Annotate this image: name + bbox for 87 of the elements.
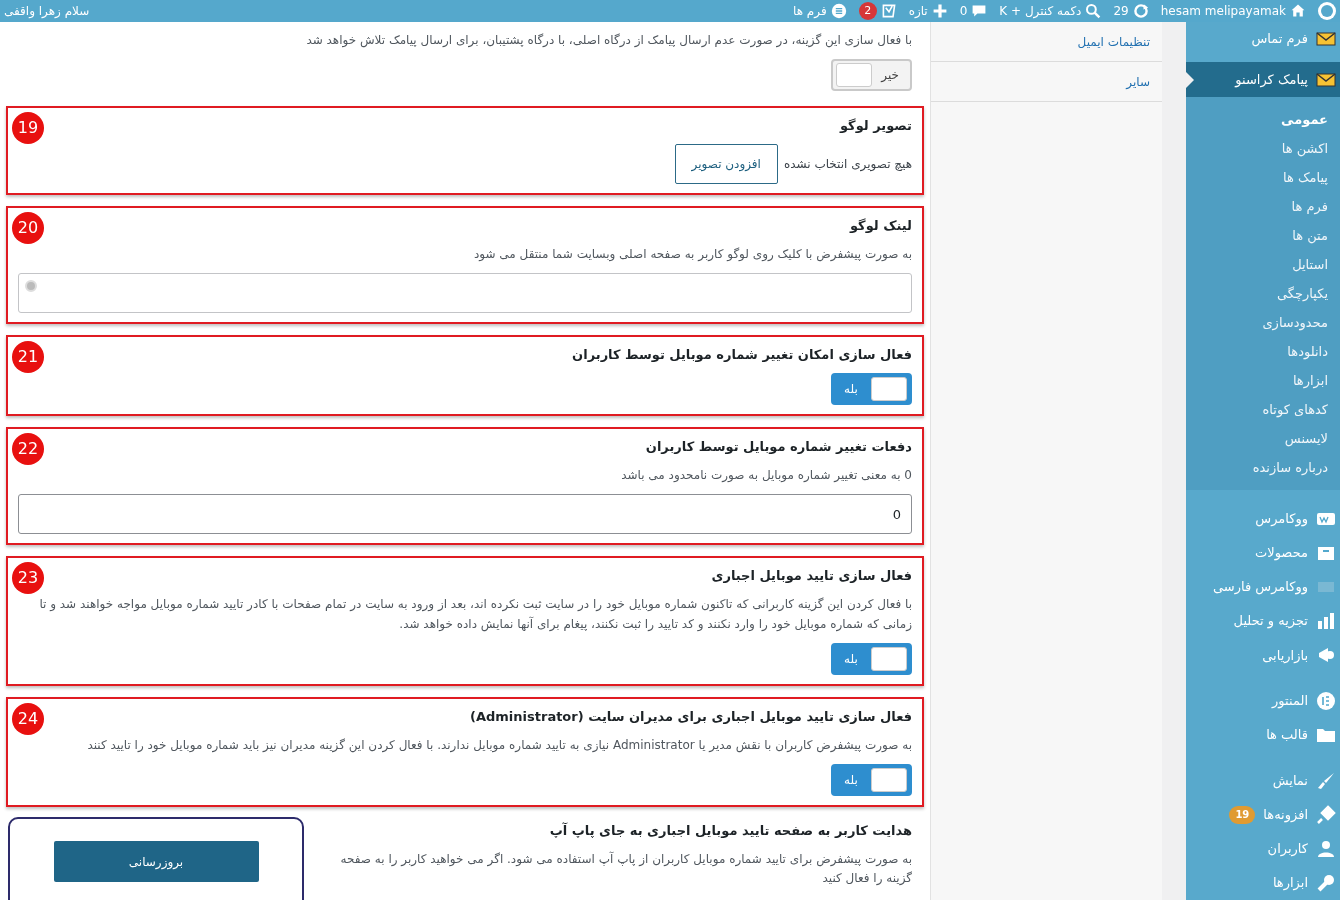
admin-bar-link[interactable]: دکمه کنترل + K <box>999 2 1102 20</box>
admin-bar-label: تازه <box>908 3 928 20</box>
sidebar-menu-item[interactable]: تجزیه و تحلیل <box>1186 604 1340 639</box>
admin-bar-label: hesam melipayamak <box>1160 3 1286 20</box>
submenu-item[interactable]: متن ها <box>1186 221 1340 251</box>
plug-icon <box>1316 804 1336 825</box>
submenu-item[interactable]: لایسنس <box>1186 424 1340 454</box>
wordpress-logo-icon[interactable] <box>1318 2 1336 20</box>
submenu-item[interactable]: اکشن ها <box>1186 134 1340 164</box>
comment-icon <box>971 3 988 19</box>
setting-description: 0 به معنی تغییر شماره موبایل به صورت نامحدود می باشد <box>621 467 912 484</box>
admin-bar-link[interactable]: تازه <box>908 2 948 20</box>
step-marker: 22 <box>12 433 44 465</box>
list-icon <box>830 3 847 19</box>
update-button[interactable]: بروزرسانی <box>53 841 259 882</box>
media-status: هیچ تصویری انتخاب نشده <box>783 156 912 173</box>
submenu-item[interactable]: دانلودها <box>1186 337 1340 367</box>
toggle-switch[interactable]: بله <box>831 764 912 796</box>
settings-tab[interactable]: تنظیمات ایمیل <box>931 22 1162 62</box>
setting-description: به صورت پیشفرض برای تایید شماره موبایل کاربران از پاپ آپ استفاده می شود. اگر می خواهید کاربر را به صفحه <box>340 850 912 869</box>
setting-title: فعال سازی تایید موبایل اجباری برای مدیران سایت (Administrator) <box>470 708 912 726</box>
number-field[interactable]: 0 <box>18 494 912 534</box>
submenu-item[interactable]: فرم ها <box>1186 192 1340 222</box>
admin-bar-label: فرم ها <box>793 3 827 20</box>
admin-bar-link[interactable]: فرم ها <box>793 2 847 20</box>
admin-bar-label: 0 <box>959 3 968 20</box>
admin-bar-link[interactable]: 2 <box>858 2 897 20</box>
circle-e-icon <box>1316 691 1336 711</box>
setting-title: دفعات تغییر شماره موبایل توسط کاربران <box>645 438 912 456</box>
setting-title: لینک لوگو <box>849 217 912 235</box>
admin-bar-link[interactable]: 29 <box>1113 2 1149 20</box>
sidebar-menu-item[interactable]: المنتور <box>1186 684 1340 719</box>
user-icon <box>1316 838 1336 859</box>
brush-icon <box>1316 770 1336 791</box>
bar-chart-icon <box>1316 611 1336 632</box>
sidebar-menu-item[interactable]: محصولات <box>1186 536 1340 571</box>
setting-description: با فعال سازی این گزینه، در صورت عدم ارسال پیامک از درگاه اصلی، با درگاه پشتیبان، برای ارسال پیامک تلاش خواهد شد <box>306 32 912 50</box>
setting-title: تصویر لوگو <box>839 117 912 135</box>
sidebar-menu-item[interactable]: قالب ها <box>1186 718 1340 753</box>
admin-bar-link[interactable]: hesam melipayamak <box>1160 2 1306 20</box>
admin-bar-label: دکمه کنترل + K <box>999 3 1082 20</box>
wrench-icon <box>1316 872 1336 893</box>
step-marker: 21 <box>12 341 44 373</box>
sidebar-menu-item[interactable]: ووکامرس <box>1186 502 1340 537</box>
setting-title: فعال سازی امکان تغییر شماره موبایل توسط کاربران <box>572 346 912 364</box>
submenu-item[interactable]: ابزارها <box>1186 366 1340 396</box>
setting-title: هدایت کاربر به صفحه تایید موبایل اجباری به جای پاپ آپ <box>549 822 912 840</box>
count-badge: 19 <box>1229 805 1256 824</box>
sidebar-menu-item[interactable]: ووکامرس فارسی <box>1186 570 1340 605</box>
refresh-icon <box>1132 3 1149 19</box>
submenu-item[interactable]: درباره سازنده <box>1186 453 1340 483</box>
submenu-item[interactable]: استایل <box>1186 250 1340 280</box>
toggle-switch[interactable]: بله <box>831 373 912 405</box>
setting-description: به صورت پیشفرض کاربران با نقش مدیر یا Administrator نیازی به تایید شماره موبایل ندارند. با فعال کردن این گزینه مدیران نیز باید شماره موبایل خود را تایید کنند <box>87 737 912 755</box>
settings-tab[interactable]: سایر <box>931 62 1162 102</box>
current-pointer <box>1186 72 1194 89</box>
sidebar-menu-item[interactable]: نمایش <box>1186 763 1340 798</box>
sidebar-menu-item[interactable]: فرم تماس <box>1186 22 1340 57</box>
setting-description: گزینه را فعال کنید <box>822 870 912 886</box>
submenu-item[interactable]: پیامک ها <box>1186 163 1340 193</box>
step-marker: 23 <box>12 562 44 594</box>
step-marker: 20 <box>12 212 44 244</box>
step-marker: 19 <box>12 112 44 144</box>
count-badge: 2 <box>858 2 877 20</box>
home-icon <box>1290 3 1306 19</box>
sidebar-menu-item[interactable]: پیامک کراسنو <box>1186 62 1340 98</box>
toggle-switch[interactable]: بله <box>831 643 912 675</box>
add-image-button[interactable]: افزودن تصویر <box>674 144 778 184</box>
sidebar-menu-item[interactable]: کاربران <box>1186 831 1340 866</box>
submenu-item[interactable]: عمومی <box>1186 105 1340 135</box>
step-marker: 24 <box>12 703 44 735</box>
envelope-icon <box>1316 29 1336 49</box>
submenu-item[interactable]: محدودسازی <box>1186 308 1340 338</box>
plus-icon <box>931 3 948 19</box>
url-field[interactable] <box>18 273 912 313</box>
submenu-item[interactable]: یکپارچگی <box>1186 279 1340 309</box>
sidebar-menu-item[interactable]: بازاریابی <box>1186 638 1340 673</box>
search-icon <box>1085 3 1102 19</box>
sidebar-menu-item[interactable]: ابزارها <box>1186 865 1340 900</box>
account-greeting[interactable]: سلام زهرا واقفی <box>4 2 90 20</box>
setting-description: به صورت پیشفرض با کلیک روی لوگو کاربر به صفحه اصلی وبسایت شما منتقل می شود <box>473 246 912 264</box>
admin-bar-link[interactable]: 0 <box>959 2 988 20</box>
admin-bar-label: 29 <box>1113 3 1129 20</box>
submenu-item[interactable]: کدهای کوتاه <box>1186 395 1340 425</box>
toggle-switch[interactable]: خیر <box>831 59 912 91</box>
setting-description: با فعال کردن این گزینه کاربرانی که تاکنون شماره موبایل خود را در سایت ثبت نکرده اند، بعد از ورود به سایت در تمام صفحات با کادر تایید شماره موبایل مواجه خواهند شد و تا زمانی که شماره موبایل خود را وارد نکنند و کد تایید را ثبت نکنند، پیغام برای آنها نمایش داده خواهد شد. <box>38 596 912 634</box>
setting-title: فعال سازی تایید موبایل اجباری <box>711 567 912 585</box>
